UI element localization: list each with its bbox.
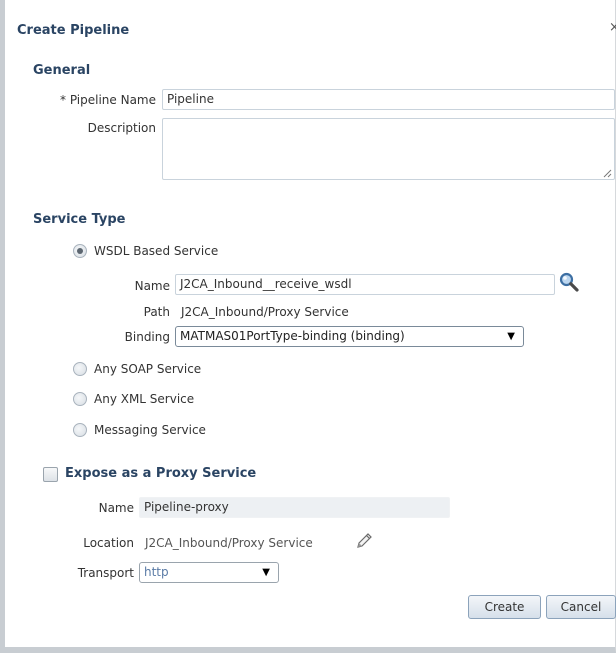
messaging-radio[interactable]: [73, 423, 87, 437]
binding-label: Binding: [124, 330, 170, 344]
location-value: J2CA_Inbound/Proxy Service: [145, 536, 313, 550]
transport-value: http: [144, 565, 169, 579]
proxy-name-label: Name: [98, 501, 134, 515]
chevron-down-icon: ▼: [507, 331, 515, 342]
pipeline-name-field[interactable]: Pipeline: [162, 89, 615, 110]
binding-value: MATMAS01PortType-binding (binding): [180, 329, 405, 343]
soap-option-label: Any SOAP Service: [94, 362, 202, 376]
messaging-option-label: Messaging Service: [94, 423, 206, 437]
description-field[interactable]: [162, 118, 615, 180]
create-pipeline-dialog: Create Pipeline × General * Pipeline Nam…: [0, 0, 616, 653]
proxy-name-field[interactable]: Pipeline-proxy: [139, 497, 450, 518]
soap-radio[interactable]: [73, 362, 87, 376]
cancel-button[interactable]: Cancel: [546, 595, 616, 619]
transport-select[interactable]: http ▼: [139, 562, 279, 583]
path-label: Path: [143, 305, 170, 319]
resize-grip-icon[interactable]: [603, 169, 612, 178]
expose-proxy-label: Expose as a Proxy Service: [65, 466, 257, 481]
general-heading: General: [33, 63, 91, 78]
chevron-down-icon: ▼: [262, 567, 270, 578]
binding-select[interactable]: MATMAS01PortType-binding (binding) ▼: [175, 326, 524, 347]
xml-radio[interactable]: [73, 392, 87, 406]
service-name-label: Name: [134, 279, 170, 293]
transport-label: Transport: [77, 566, 134, 580]
wsdl-option-label: WSDL Based Service: [94, 244, 219, 258]
location-label: Location: [83, 536, 134, 550]
pipeline-name-label: * Pipeline Name: [60, 93, 156, 107]
dialog-title: Create Pipeline: [17, 23, 130, 38]
search-icon[interactable]: [558, 271, 580, 293]
service-type-heading: Service Type: [33, 212, 126, 227]
xml-option-label: Any XML Service: [94, 392, 195, 406]
path-value: J2CA_Inbound/Proxy Service: [181, 305, 349, 319]
description-label: Description: [87, 121, 156, 135]
close-icon[interactable]: ×: [609, 20, 616, 35]
service-name-field[interactable]: J2CA_Inbound__receive_wsdl: [175, 274, 555, 295]
expose-proxy-checkbox[interactable]: [43, 467, 58, 482]
wsdl-radio[interactable]: [73, 244, 87, 258]
pencil-icon[interactable]: [354, 531, 374, 551]
create-button[interactable]: Create: [468, 595, 541, 619]
